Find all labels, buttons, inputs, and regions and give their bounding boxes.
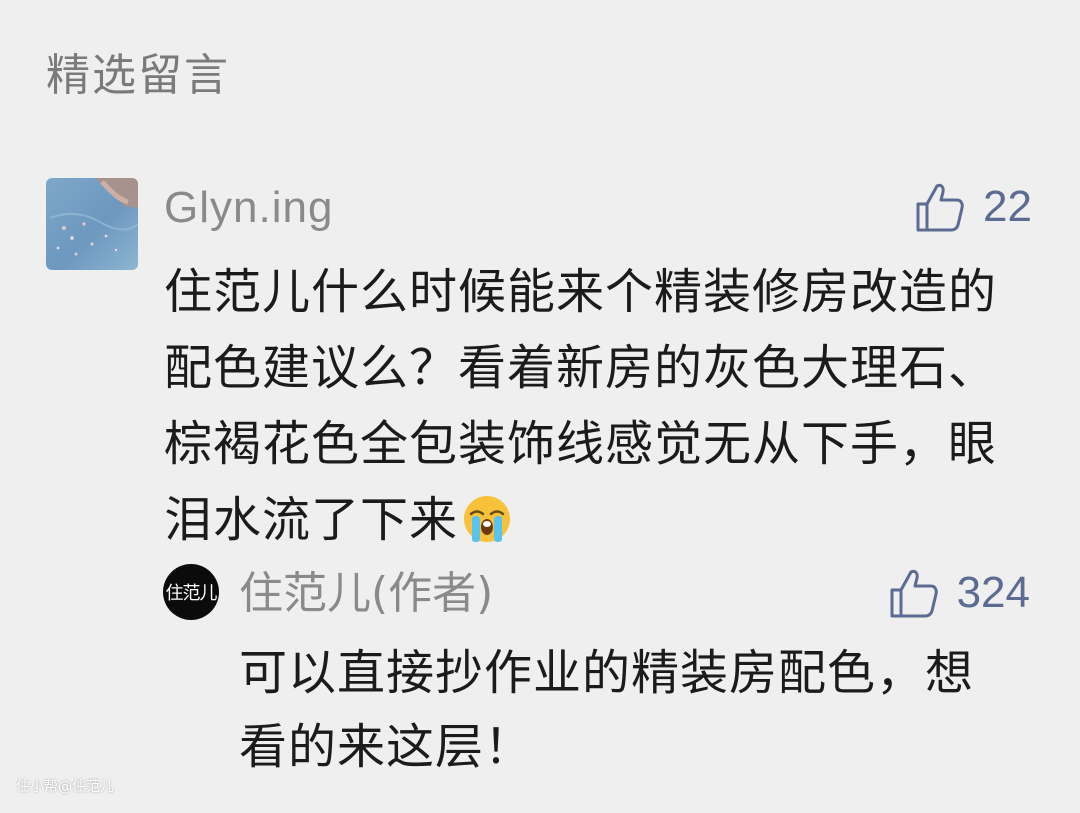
reply-text: 可以直接抄作业的精装房配色，想看的来这层！ xyxy=(239,645,975,775)
reply-like-button[interactable]: 324 xyxy=(887,566,1030,620)
avatar-image xyxy=(46,178,138,270)
reply-author-name[interactable]: 住范儿(作者) xyxy=(239,566,493,622)
reply-like-count: 324 xyxy=(956,568,1030,617)
like-button[interactable]: 22 xyxy=(913,180,1032,234)
comment-username[interactable]: Glyn.ing xyxy=(164,180,333,236)
like-count: 22 xyxy=(983,182,1032,231)
author-logo-text: 住范儿 xyxy=(165,583,218,604)
avatar[interactable] xyxy=(46,178,138,270)
comment-body: 住范儿什么时候能来个精装修房改造的配色建议么？看着新房的灰色大理石、棕褐花色全包… xyxy=(164,264,998,548)
thumbs-up-icon xyxy=(890,569,938,618)
thumbs-up-icon xyxy=(916,183,964,232)
section-title: 精选留言 xyxy=(46,50,230,101)
author-avatar[interactable]: 住范儿 xyxy=(163,564,219,620)
watermark: 住小帮@住范儿 xyxy=(16,779,114,795)
loudly-crying-face-icon xyxy=(464,496,511,542)
comment-text: 住范儿什么时候能来个精装修房改造的配色建议么？看着新房的灰色大理石、棕褐花色全包… xyxy=(164,254,1004,558)
